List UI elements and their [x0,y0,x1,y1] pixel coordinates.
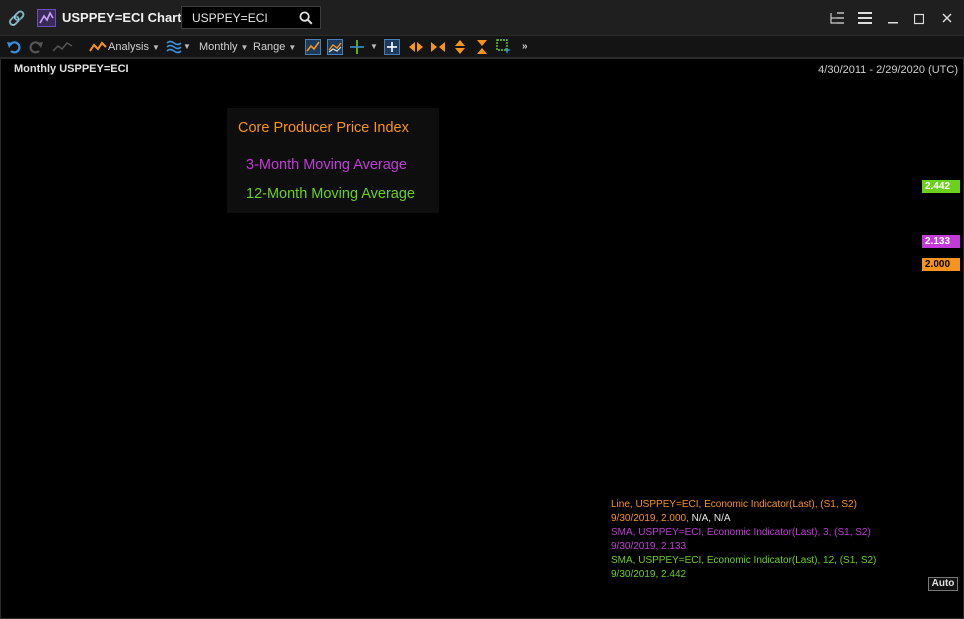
info-line-series-1: Line, USPPEY=ECI, Economic Indicator(Las… [611,499,857,510]
analysis-menu[interactable]: Analysis ▼ [108,38,160,56]
chart-app-icon [37,9,56,27]
analysis-label: Analysis [108,41,149,53]
symbol-search-input[interactable] [182,7,298,28]
interval-menu[interactable]: Monthly ▼ [199,38,248,56]
info-line-value-2: 9/30/2019, 2.133 [611,541,687,552]
auto-scale-button[interactable]: Auto [928,577,958,591]
chevron-down-icon: ▼ [240,43,249,52]
interval-label: Monthly [199,41,238,53]
title-bar: 🔗 USPPEY=ECI Chart [0,0,964,36]
menu-icon[interactable] [854,8,876,28]
link-icon[interactable]: 🔗 [8,10,26,26]
compress-horizontal-icon[interactable] [430,39,446,55]
analysis-icon[interactable] [89,39,107,55]
chart-type-icon[interactable] [52,39,74,55]
redo-icon[interactable] [28,39,44,55]
chevron-down-icon[interactable]: ▼ [183,38,191,56]
maximize-icon[interactable] [908,8,930,28]
tree-view-icon[interactable] [826,8,848,28]
info-line-value-3: 9/30/2019, 2.442 [611,569,687,580]
crosshair-icon[interactable] [349,39,365,55]
chart-toolbar: Analysis ▼ ▼ Monthly ▼ Range ▼ ▼ » [0,36,964,58]
undo-icon[interactable] [6,39,22,55]
compare-chart-icon[interactable] [327,39,343,55]
minimize-icon[interactable] [882,8,904,28]
symbol-search[interactable] [181,6,321,29]
chart-legend: Core Producer Price Index 3-Month Moving… [227,108,439,213]
zoom-box-icon[interactable] [384,39,400,55]
range-label: Range [253,41,286,53]
search-icon[interactable] [299,11,313,25]
studies-icon[interactable] [166,39,182,55]
line-chart-icon[interactable] [305,39,321,55]
more-tools-icon[interactable]: » [522,38,528,56]
range-menu[interactable]: Range ▼ [253,38,296,56]
legend-item-price-index: Core Producer Price Index [238,120,409,136]
compress-vertical-icon[interactable] [474,39,490,55]
info-line-value-1: 9/30/2019, 2.000, N/A, N/A [611,513,731,524]
window-title: USPPEY=ECI Chart [62,10,182,25]
select-region-icon[interactable] [496,39,512,55]
last-value-tag-sma3: 2.133 [922,235,960,248]
legend-item-sma3: 3-Month Moving Average [246,157,407,173]
close-icon[interactable] [936,8,958,28]
info-na-text: N/A, N/A [691,513,731,524]
date-range-label: 4/30/2011 - 2/29/2020 (UTC) [818,64,958,76]
info-line-series-3: SMA, USPPEY=ECI, Economic Indicator(Last… [611,555,877,566]
chevron-down-icon: ▼ [288,43,297,52]
legend-item-sma12: 12-Month Moving Average [246,186,416,202]
info-value-text: 9/30/2019, 2.000, [611,513,692,524]
chevron-down-icon[interactable]: ▼ [370,38,378,56]
chevron-down-icon: ▼ [151,43,160,52]
last-value-tag-line: 2.000 [922,258,960,271]
info-line-series-2: SMA, USPPEY=ECI, Economic Indicator(Last… [611,527,871,538]
expand-horizontal-icon[interactable] [408,39,424,55]
chart-title: Monthly USPPEY=ECI [14,63,129,75]
expand-vertical-icon[interactable] [452,39,468,55]
last-value-tag-sma12: 2.442 [922,180,960,193]
